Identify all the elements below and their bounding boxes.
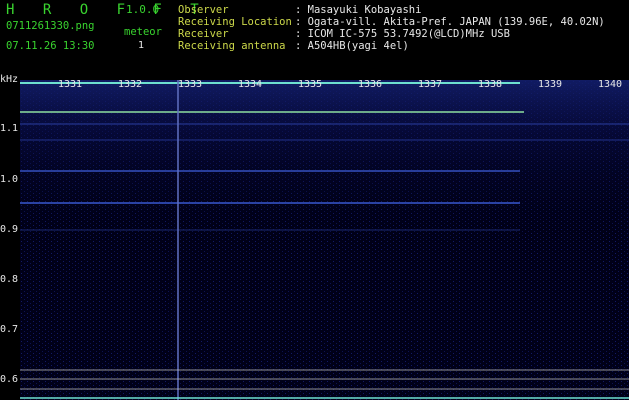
minute-label-1338: 1338 — [478, 79, 503, 90]
y-label-0-9: 0.9 — [0, 224, 19, 235]
receiver-label: Receiver — [178, 28, 229, 40]
y-label-1-1: 1.1 — [0, 123, 19, 134]
file-datetime: 07.11.26 13:30 — [6, 40, 95, 52]
header-panel: H R O F F T 1.0.0 0711261330.png 07.11.2… — [0, 0, 629, 74]
noise-fade — [20, 80, 629, 240]
y-label-0-8: 0.8 — [0, 274, 19, 285]
antenna-value: : A504HB(yagi 4el) — [295, 40, 409, 52]
spectrogram-svg — [20, 80, 629, 400]
y-label-0-6: 0.6 — [0, 374, 19, 385]
minute-label-1334: 1334 — [238, 79, 263, 90]
minute-label-1340: 1340 — [598, 79, 623, 90]
observer-value: : Masayuki Kobayashi — [295, 4, 422, 16]
minute-label-1333: 1333 — [178, 79, 203, 90]
y-label-1-0: 1.0 — [0, 174, 19, 185]
antenna-label: Receiving antenna — [178, 40, 286, 52]
location-label: Receiving Location — [178, 16, 292, 28]
file-name: 0711261330.png — [6, 20, 95, 32]
observer-label: Observer — [178, 4, 229, 16]
y-unit-label: kHz — [0, 74, 19, 85]
spectrogram-plot — [20, 80, 629, 400]
receiver-value: : ICOM IC-575 53.7492(@LCD)MHz USB — [295, 28, 510, 40]
location-value: : Ogata-vill. Akita-Pref. JAPAN (139.96E… — [295, 16, 605, 28]
meteor-count: 1 — [138, 40, 145, 51]
y-label-0-7: 0.7 — [0, 324, 19, 335]
minute-label-1332: 1332 — [118, 79, 143, 90]
minute-label-1331: 1331 — [58, 79, 83, 90]
minute-label-1337: 1337 — [418, 79, 443, 90]
minute-label-1336: 1336 — [358, 79, 383, 90]
meteor-label: meteor — [124, 26, 162, 38]
minute-label-1339: 1339 — [538, 79, 563, 90]
app-version: 1.0.0 — [126, 3, 160, 16]
minute-label-1335: 1335 — [298, 79, 323, 90]
